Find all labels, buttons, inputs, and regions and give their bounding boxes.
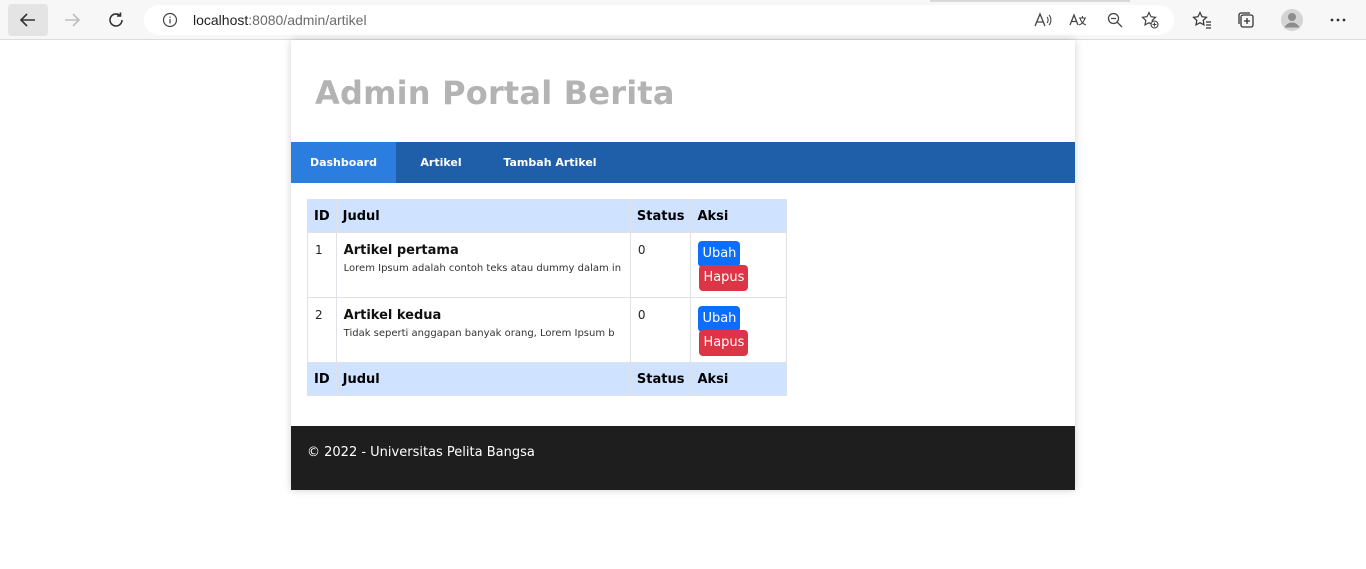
- delete-button[interactable]: Hapus: [699, 265, 749, 291]
- nav-item-dashboard[interactable]: Dashboard: [291, 142, 396, 183]
- cell-status: 0: [629, 297, 692, 363]
- nav-item-tambah-artikel[interactable]: Tambah Artikel: [486, 142, 614, 183]
- cell-aksi: UbahHapus: [690, 297, 787, 363]
- header-aksi: Aksi: [690, 199, 787, 233]
- reload-icon: [109, 12, 123, 27]
- articles-table: ID Judul Status Aksi 1 Artikel pertama L…: [307, 199, 787, 396]
- site-title: Admin Portal Berita: [315, 74, 675, 112]
- profile-avatar-icon[interactable]: [1280, 8, 1304, 32]
- read-aloud-icon[interactable]: [1033, 10, 1053, 30]
- page-container: Admin Portal Berita Dashboard Artikel Ta…: [291, 40, 1075, 490]
- table-footer-row: ID Judul Status Aksi: [307, 362, 787, 396]
- add-favorite-icon[interactable]: [1140, 10, 1160, 30]
- footer-aksi: Aksi: [690, 362, 787, 396]
- header-status: Status: [629, 199, 692, 233]
- url-path: :8080/admin/artikel: [248, 12, 367, 28]
- footer-id: ID: [307, 362, 337, 396]
- arrow-right-icon: [65, 13, 81, 27]
- cell-id: 1: [307, 232, 337, 298]
- favorites-icon[interactable]: [1190, 8, 1214, 32]
- article-excerpt: Lorem Ipsum adalah contoh teks atau dumm…: [343, 263, 622, 274]
- footer-status: Status: [629, 362, 692, 396]
- cell-judul: Artikel pertama Lorem Ipsum adalah conto…: [335, 232, 631, 298]
- edit-button[interactable]: Ubah: [698, 241, 741, 267]
- footer-judul: Judul: [335, 362, 631, 396]
- translate-icon[interactable]: [1068, 10, 1088, 30]
- collections-icon[interactable]: [1234, 8, 1258, 32]
- header-judul: Judul: [335, 199, 631, 233]
- main-navbar: Dashboard Artikel Tambah Artikel: [291, 142, 1075, 183]
- back-button[interactable]: [8, 4, 48, 36]
- table-header-row: ID Judul Status Aksi: [307, 199, 787, 233]
- cell-status: 0: [629, 232, 692, 298]
- article-title: Artikel kedua: [343, 308, 442, 323]
- delete-button[interactable]: Hapus: [699, 330, 749, 356]
- tab-strip-accent: [930, 0, 1130, 2]
- cell-aksi: UbahHapus: [690, 232, 787, 298]
- article-excerpt: Tidak seperti anggapan banyak orang, Lor…: [343, 328, 615, 339]
- footer-copyright: © 2022 - Universitas Pelita Bangsa: [307, 445, 535, 460]
- browser-toolbar: localhost:8080/admin/artikel: [0, 0, 1366, 40]
- edit-button[interactable]: Ubah: [698, 306, 741, 332]
- more-options-icon[interactable]: [1326, 8, 1350, 32]
- site-header: Admin Portal Berita: [291, 40, 1075, 142]
- table-row: 1 Artikel pertama Lorem Ipsum adalah con…: [307, 232, 787, 298]
- table-row: 2 Artikel kedua Tidak seperti anggapan b…: [307, 297, 787, 363]
- site-footer: © 2022 - Universitas Pelita Bangsa: [291, 426, 1075, 490]
- article-title: Artikel pertama: [343, 243, 459, 258]
- forward-button[interactable]: [52, 4, 92, 36]
- url-text[interactable]: localhost:8080/admin/artikel: [193, 12, 367, 28]
- header-id: ID: [307, 199, 337, 233]
- arrow-left-icon: [19, 13, 35, 27]
- info-icon[interactable]: [162, 12, 178, 28]
- url-host: localhost: [193, 12, 249, 28]
- cell-id: 2: [307, 297, 337, 363]
- address-bar[interactable]: localhost:8080/admin/artikel: [144, 5, 1174, 35]
- zoom-out-icon[interactable]: [1105, 10, 1125, 30]
- cell-judul: Artikel kedua Tidak seperti anggapan ban…: [335, 297, 631, 363]
- reload-button[interactable]: [96, 4, 136, 36]
- nav-item-artikel[interactable]: Artikel: [396, 142, 486, 183]
